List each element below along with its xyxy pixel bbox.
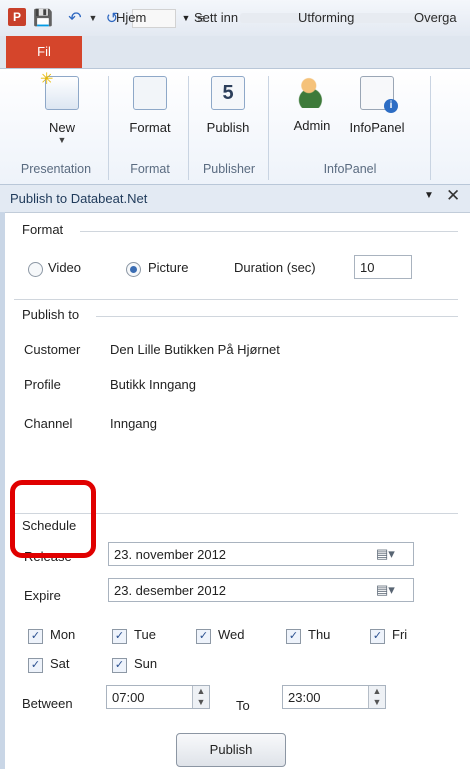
between-label: Between [22,696,73,711]
customer-label: Customer [24,342,81,357]
from-time-spinner-icon[interactable]: ▲ ▼ [192,686,209,708]
expire-label: Expire [24,588,61,603]
expire-date-picker[interactable]: 23. desember 2012 [108,578,414,602]
admin-button[interactable]: Admin [280,76,344,146]
sat-label: Sat [50,656,70,671]
pane-menu-icon[interactable]: ▼ [424,190,434,201]
tue-label: Tue [134,627,156,642]
sat-checkbox[interactable]: ✓ [28,658,43,673]
tab-design[interactable]: Utforming [298,6,354,30]
expire-date-value: 23. desember 2012 [114,583,227,598]
ribbon-group-separator [188,76,189,180]
channel-label: Channel [24,416,73,431]
publish-ribbon-button[interactable]: 5 Publish [196,76,260,146]
ribbon-group-separator [108,76,109,180]
tab-home[interactable]: Hjem [116,6,146,30]
ribbon-group-separator [268,76,269,180]
infopanel-button[interactable]: i InfoPanel [345,76,409,146]
calendar-dropdown-icon[interactable]: ▤▾ [376,546,398,562]
info-document-icon: i [360,76,398,113]
ribbon-group-separator [430,76,431,180]
to-label: To [236,698,250,713]
picture-radio[interactable] [126,262,141,277]
thu-label: Thu [308,627,331,642]
profile-value: Butikk Inngang [110,377,197,392]
admin-users-icon [296,76,328,108]
fri-label: Fri [392,627,408,642]
tab-insert[interactable]: Sett inn [194,6,238,30]
video-label: Video [48,260,82,275]
save-icon[interactable]: 💾 [33,9,53,27]
undo-dropdown-icon[interactable]: ▼ [89,9,98,27]
chevron-down-icon: ▼ [57,135,67,145]
section-divider [96,316,458,317]
section-divider [14,299,458,300]
duration-input[interactable]: 10 [354,255,412,279]
new-button[interactable]: ✳ New ▼ [30,71,94,146]
group-label-format: Format [130,162,170,176]
wed-checkbox[interactable]: ✓ [196,629,211,644]
undo-icon[interactable]: ↶ [64,9,86,27]
task-pane-title: Publish to Databeat.Net [10,191,148,206]
mon-checkbox[interactable]: ✓ [28,629,43,644]
new-presentation-icon: ✳ [40,71,79,110]
tab-file[interactable]: Fil [6,36,82,68]
sun-checkbox[interactable]: ✓ [112,658,127,673]
section-divider [80,231,458,232]
publish-button[interactable]: Publish [176,733,286,767]
channel-value: Inngang [110,416,157,431]
format-section-label: Format [22,222,64,237]
format-button[interactable]: Format [118,76,182,146]
pane-left-border [0,212,5,769]
tue-checkbox[interactable]: ✓ [112,629,127,644]
format-icon [133,76,167,110]
publish-to-section-label: Publish to [22,307,80,322]
profile-label: Profile [24,377,61,392]
customer-value: Den Lille Butikken På Hjørnet [110,342,280,357]
app-logo[interactable]: P [8,8,26,26]
picture-label: Picture [148,260,189,275]
release-date-picker[interactable]: 23. november 2012 [108,542,414,566]
wed-label: Wed [218,627,245,642]
qat-dropdown-icon[interactable]: ▼ [182,9,191,27]
publish-calendar-icon: 5 [211,76,245,110]
close-icon[interactable]: ✕ [446,186,460,206]
group-label-infopanel: InfoPanel [323,162,377,176]
group-label-publisher: Publisher [202,162,256,176]
to-time-spinner-icon[interactable]: ▲ ▼ [368,686,385,708]
video-radio[interactable] [28,262,43,277]
schedule-highlight-annotation [10,480,96,558]
from-time-value: 07:00 [112,690,145,705]
group-label-presentation: Presentation [20,162,92,176]
to-time-value: 23:00 [288,690,321,705]
mon-label: Mon [50,627,76,642]
duration-label: Duration (sec) [234,260,316,275]
calendar-dropdown-icon[interactable]: ▤▾ [376,582,398,598]
thu-checkbox[interactable]: ✓ [286,629,301,644]
release-date-value: 23. november 2012 [114,547,227,562]
sun-label: Sun [134,656,158,671]
fri-checkbox[interactable]: ✓ [370,629,385,644]
tab-transitions[interactable]: Overga [414,6,457,30]
